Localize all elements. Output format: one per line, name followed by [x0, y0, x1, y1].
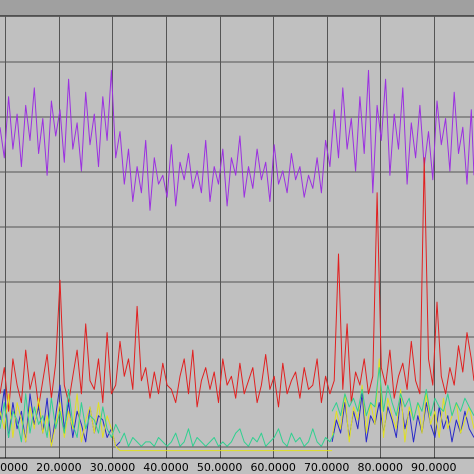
x-tick-label: 20.0000	[36, 461, 82, 474]
x-tick-label: 60.0000	[250, 461, 296, 474]
x-tick-label: 80.0000	[358, 461, 404, 474]
line-chart: 10.0000 20.0000 30.0000 40.0000 50.0000 60.00…	[0, 0, 474, 474]
x-tick-label: 90.0000	[411, 461, 457, 474]
plot-background	[0, 0, 474, 474]
x-tick-label: 40.0000	[143, 461, 189, 474]
x-axis-ticks: 10.0000 20.0000 30.0000 40.0000 50.0000 60.00…	[0, 461, 457, 474]
x-tick-label: 10.0000	[0, 461, 28, 474]
x-tick-label: 30.0000	[90, 461, 136, 474]
x-tick-label: 50.0000	[197, 461, 243, 474]
x-tick-label: 70.0000	[304, 461, 350, 474]
top-frame	[0, 0, 474, 16]
